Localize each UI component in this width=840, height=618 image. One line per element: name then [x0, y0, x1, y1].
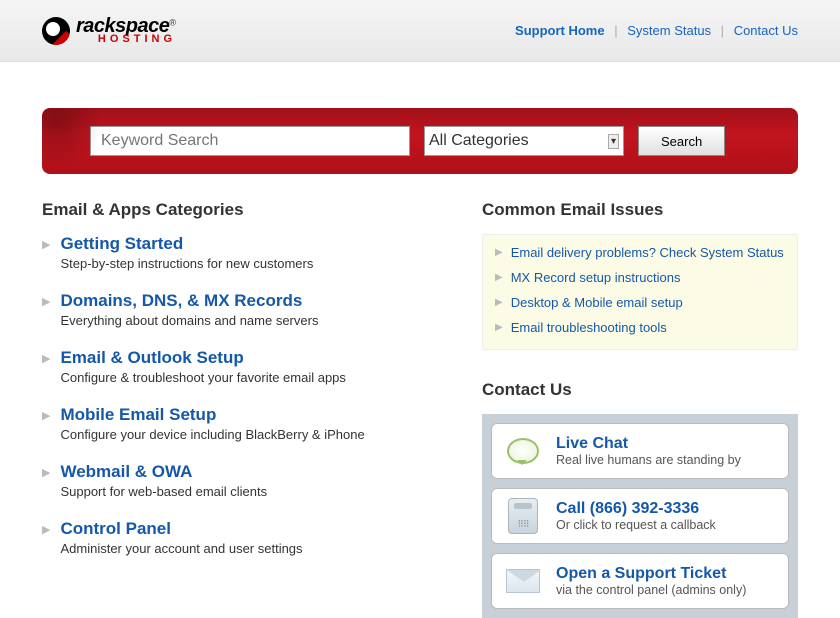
chevron-down-icon: ▾ [608, 134, 619, 149]
issue-link-desktop-mobile-setup[interactable]: Desktop & Mobile email setup [511, 295, 683, 310]
issues-heading: Common Email Issues [482, 200, 798, 220]
chat-bubble-icon [504, 432, 542, 470]
nav-contact-us[interactable]: Contact Us [734, 23, 798, 38]
issue-row: ▶ Email troubleshooting tools [495, 320, 785, 335]
logo[interactable]: rackspace® HOSTING [42, 16, 176, 45]
main-container: All Categories ▾ Search Email & Apps Cat… [42, 62, 798, 618]
right-column: Common Email Issues ▶ Email delivery pro… [482, 200, 798, 618]
category-link-email-outlook[interactable]: Email & Outlook Setup [60, 348, 345, 368]
category-item: ▶ Webmail & OWA Support for web-based em… [42, 462, 452, 499]
nav-separator: | [614, 23, 617, 38]
contact-sub: Real live humans are standing by [556, 453, 741, 467]
header-bar: rackspace® HOSTING Support Home | System… [0, 0, 840, 62]
contact-title: Call (866) 392-3336 [556, 500, 716, 518]
contact-card-ticket[interactable]: Open a Support Ticket via the control pa… [491, 553, 789, 609]
search-button[interactable]: Search [638, 126, 725, 156]
issue-row: ▶ MX Record setup instructions [495, 270, 785, 285]
envelope-icon [504, 562, 542, 600]
category-item: ▶ Email & Outlook Setup Configure & trou… [42, 348, 452, 385]
top-nav: Support Home | System Status | Contact U… [515, 23, 798, 38]
contact-card-call[interactable]: Call (866) 392-3336 Or click to request … [491, 488, 789, 544]
nav-separator: | [721, 23, 724, 38]
contact-sub: via the control panel (admins only) [556, 583, 746, 597]
issue-link-mx-record[interactable]: MX Record setup instructions [511, 270, 681, 285]
category-item: ▶ Domains, DNS, & MX Records Everything … [42, 291, 452, 328]
caret-right-icon: ▶ [495, 272, 503, 283]
category-item: ▶ Control Panel Administer your account … [42, 519, 452, 556]
categories-column: Email & Apps Categories ▶ Getting Starte… [42, 200, 452, 618]
search-input[interactable] [90, 126, 410, 156]
contact-title: Live Chat [556, 435, 741, 453]
category-link-control-panel[interactable]: Control Panel [60, 519, 302, 539]
contact-sub: Or click to request a callback [556, 518, 716, 532]
issue-row: ▶ Email delivery problems? Check System … [495, 245, 785, 260]
logo-text: rackspace® HOSTING [76, 16, 176, 45]
category-item: ▶ Getting Started Step-by-step instructi… [42, 234, 452, 271]
caret-right-icon: ▶ [42, 409, 50, 422]
caret-right-icon: ▶ [42, 238, 50, 251]
caret-right-icon: ▶ [495, 297, 503, 308]
nav-support-home[interactable]: Support Home [515, 23, 605, 38]
category-desc: Support for web-based email clients [60, 484, 267, 499]
nav-system-status[interactable]: System Status [627, 23, 711, 38]
caret-right-icon: ▶ [42, 523, 50, 536]
category-desc: Administer your account and user setting… [60, 541, 302, 556]
caret-right-icon: ▶ [42, 352, 50, 365]
category-item: ▶ Mobile Email Setup Configure your devi… [42, 405, 452, 442]
category-link-webmail-owa[interactable]: Webmail & OWA [60, 462, 267, 482]
category-desc: Configure your device including BlackBer… [60, 427, 364, 442]
caret-right-icon: ▶ [495, 247, 503, 258]
issue-link-troubleshooting-tools[interactable]: Email troubleshooting tools [511, 320, 667, 335]
issue-link-delivery-problems[interactable]: Email delivery problems? Check System St… [511, 245, 784, 260]
category-select[interactable]: All Categories ▾ [424, 126, 624, 156]
category-link-getting-started[interactable]: Getting Started [60, 234, 313, 254]
category-select-value: All Categories [429, 132, 529, 150]
contact-heading: Contact Us [482, 380, 798, 400]
contact-panel: Live Chat Real live humans are standing … [482, 414, 798, 618]
issue-row: ▶ Desktop & Mobile email setup [495, 295, 785, 310]
category-desc: Everything about domains and name server… [60, 313, 318, 328]
logo-reg: ® [169, 18, 176, 28]
category-link-mobile-email[interactable]: Mobile Email Setup [60, 405, 364, 425]
contact-card-live-chat[interactable]: Live Chat Real live humans are standing … [491, 423, 789, 479]
caret-right-icon: ▶ [42, 295, 50, 308]
two-column-layout: Email & Apps Categories ▶ Getting Starte… [42, 200, 798, 618]
category-desc: Configure & troubleshoot your favorite e… [60, 370, 345, 385]
caret-right-icon: ▶ [495, 322, 503, 333]
common-issues-box: ▶ Email delivery problems? Check System … [482, 234, 798, 350]
contact-title: Open a Support Ticket [556, 565, 746, 583]
logo-mark-icon [42, 17, 70, 45]
caret-right-icon: ▶ [42, 466, 50, 479]
phone-icon [504, 497, 542, 535]
category-desc: Step-by-step instructions for new custom… [60, 256, 313, 271]
category-link-domains[interactable]: Domains, DNS, & MX Records [60, 291, 318, 311]
search-bar: All Categories ▾ Search [42, 108, 798, 174]
categories-heading: Email & Apps Categories [42, 200, 452, 220]
